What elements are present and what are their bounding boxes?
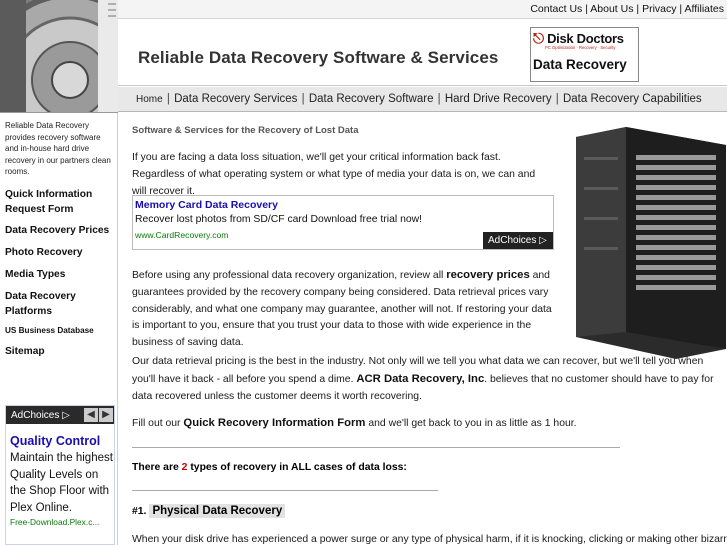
privacy-link[interactable]: Privacy — [642, 3, 676, 15]
nav-data-recovery-software[interactable]: Data Recovery Software — [309, 93, 434, 105]
prev-arrow-icon[interactable]: ◀ — [84, 408, 98, 422]
ad-title[interactable]: Quality Control — [10, 434, 114, 448]
separator: | — [552, 93, 562, 105]
next-arrow-icon[interactable]: ▶ — [99, 408, 113, 422]
types-text: There are — [132, 462, 182, 473]
vault-door-image — [0, 0, 118, 113]
form-text-rest: and we'll get back to you in as little a… — [365, 418, 577, 429]
prices-text: Before using any professional data recov… — [132, 270, 447, 281]
nav-data-recovery-capabilities[interactable]: Data Recovery Capabilities — [563, 93, 702, 105]
form-paragraph: Fill out our Quick Recovery Information … — [132, 415, 722, 433]
physical-paragraph: When your disk drive has experienced a p… — [132, 534, 727, 545]
section-number: #1. — [132, 505, 147, 517]
prices-text-rest: and guarantees provided by the recovery … — [132, 270, 552, 349]
nav-hard-drive-recovery[interactable]: Hard Drive Recovery — [445, 93, 552, 105]
acr-data-recovery-link[interactable]: ACR Data Recovery, Inc — [356, 373, 484, 385]
sidebar-item-media[interactable]: Media Types — [5, 267, 115, 282]
sidebar-item-business-db[interactable]: US Business Database — [5, 324, 115, 337]
ad-description: Recover lost photos from SD/CF card Down… — [135, 214, 423, 225]
sidebar-item-photo[interactable]: Photo Recovery — [5, 245, 115, 260]
intro-paragraph: If you are facing a data loss situation,… — [132, 152, 536, 197]
prices-paragraph: Before using any professional data recov… — [132, 267, 562, 352]
sidebar-intro: Reliable Data Recovery provides recovery… — [5, 121, 111, 176]
about-us-link[interactable]: About Us — [590, 3, 633, 15]
logo-tagline: PC Optimization · Recovery · Security — [545, 45, 616, 50]
separator: | — [163, 93, 174, 105]
affiliates-link[interactable]: Affiliates — [685, 3, 725, 15]
main-nav: Home | Data Recovery Services | Data Rec… — [118, 86, 727, 112]
section-physical-heading: #1. Physical Data Recovery — [132, 504, 286, 518]
disk-doctors-logo[interactable]: ⎋ Disk Doctors PC Optimization · Recover… — [530, 27, 639, 82]
ad-header: AdChoices ▷ ◀ ▶ — [6, 406, 114, 424]
sidebar-item-prices[interactable]: Data Recovery Prices — [5, 223, 115, 238]
adchoices-label[interactable]: AdChoices ▷ — [11, 410, 84, 421]
sidebar-item-platforms[interactable]: Data Recovery Platforms — [5, 289, 115, 319]
ad-title[interactable]: Memory Card Data Recovery — [135, 199, 278, 211]
disk-doctors-icon: ⎋ — [533, 30, 544, 46]
quick-recovery-form-link[interactable]: Quick Recovery Information Form — [183, 417, 365, 429]
logo-subtitle: Data Recovery — [533, 57, 627, 72]
content-subtitle: Software & Services for the Recovery of … — [132, 125, 359, 136]
sidebar-item-sitemap[interactable]: Sitemap — [5, 344, 115, 359]
types-text-rest: types of recovery in ALL cases of data l… — [187, 462, 407, 473]
section-title: Physical Data Recovery — [149, 504, 286, 518]
nav-data-recovery-services[interactable]: Data Recovery Services — [174, 93, 297, 105]
separator: | — [298, 93, 308, 105]
top-links-bar: Contact Us | About Us | Privacy | Affili… — [118, 0, 727, 19]
sidebar-ad[interactable]: AdChoices ▷ ◀ ▶ Quality Control Maintain… — [5, 405, 115, 545]
contact-us-link[interactable]: Contact Us — [530, 3, 582, 15]
recovery-prices-link[interactable]: recovery prices — [446, 269, 530, 281]
form-text: Fill out our — [132, 418, 184, 429]
nav-home[interactable]: Home — [136, 94, 163, 105]
server-rack-image — [566, 127, 727, 359]
sidebar-item-quick-info[interactable]: Quick Information Request Form — [5, 187, 115, 217]
recovery-types-heading: There are 2 types of recovery in ALL cas… — [132, 462, 407, 473]
sidebar-nav: Quick Information Request Form Data Reco… — [5, 187, 115, 359]
ad-url[interactable]: www.CardRecovery.com — [135, 230, 228, 240]
content-ad[interactable]: Memory Card Data Recovery Recover lost p… — [132, 195, 554, 250]
divider — [132, 447, 620, 448]
separator: | — [434, 93, 444, 105]
ad-url[interactable]: Free-Download.Plex.c... — [10, 517, 114, 527]
adchoices-button[interactable]: AdChoices ▷ — [483, 232, 553, 249]
header: Reliable Data Recovery Software & Servic… — [118, 20, 727, 86]
divider — [132, 490, 438, 491]
left-sidebar: Reliable Data Recovery provides recovery… — [0, 0, 118, 545]
site-title: Reliable Data Recovery Software & Servic… — [138, 48, 499, 67]
pricing-paragraph: Our data retrieval pricing is the best i… — [132, 354, 722, 405]
ad-body: Maintain the highest Quality Levels on t… — [10, 452, 113, 514]
logo-brand-text: Disk Doctors — [547, 31, 624, 46]
